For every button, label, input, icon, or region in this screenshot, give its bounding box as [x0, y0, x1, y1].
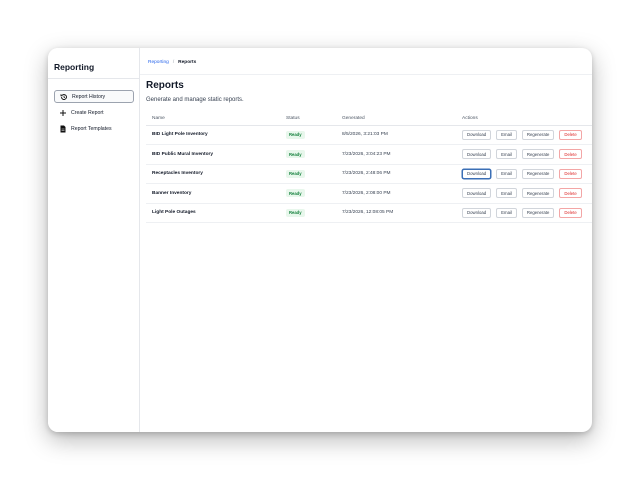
app-window: Reporting Report History Create Report R…	[48, 48, 592, 432]
download-button[interactable]: Download	[462, 207, 492, 218]
email-button[interactable]: Email	[496, 129, 517, 140]
email-button[interactable]: Email	[496, 207, 517, 218]
plus-icon	[59, 109, 67, 117]
table-row: Receptacles Inventory Ready 7/23/2026, 2…	[146, 164, 592, 184]
table-row: BID Public Mural Inventory Ready 7/23/20…	[146, 144, 592, 165]
regenerate-button[interactable]: Regenerate	[521, 188, 555, 199]
page-subtitle: Generate and manage static reports.	[146, 97, 244, 103]
report-name: Light Pole Outages	[146, 203, 280, 223]
status-cell: Ready	[280, 125, 336, 145]
download-button[interactable]: Download	[462, 168, 492, 179]
table-row: Light Pole Outages Ready 7/23/2026, 12:0…	[146, 203, 592, 223]
column-header-actions: Actions	[456, 112, 592, 126]
sidebar-item-create-report[interactable]: Create Report	[54, 106, 134, 119]
sidebar-item-label: Report Templates	[71, 125, 112, 132]
status-cell: Ready	[280, 203, 336, 223]
regenerate-button[interactable]: Regenerate	[521, 149, 555, 160]
table-row: BID Light Pole Inventory Ready 8/5/2026,…	[146, 125, 592, 145]
actions-cell: Download Email Regenerate Delete	[456, 164, 592, 184]
table-header-row: Name Status Generated Actions	[146, 112, 592, 126]
generated-timestamp: 8/5/2026, 3:21:03 PM	[336, 125, 456, 145]
regenerate-button[interactable]: Regenerate	[521, 207, 555, 218]
sidebar-item-report-history[interactable]: Report History	[54, 90, 134, 103]
delete-button[interactable]: Delete	[559, 168, 582, 179]
page-title: Reports	[146, 80, 184, 91]
header-divider	[140, 74, 592, 75]
breadcrumb-link-reporting[interactable]: Reporting	[148, 60, 169, 65]
sidebar-item-report-templates[interactable]: Report Templates	[54, 122, 134, 135]
reports-table: Name Status Generated Actions BID Light …	[146, 112, 592, 223]
column-header-generated: Generated	[336, 112, 456, 126]
actions-cell: Download Email Regenerate Delete	[456, 183, 592, 204]
download-button[interactable]: Download	[462, 149, 492, 160]
status-badge: Ready	[286, 130, 305, 139]
regenerate-button[interactable]: Regenerate	[521, 168, 555, 179]
generated-timestamp: 7/23/2026, 12:08:05 PM	[336, 203, 456, 223]
actions-cell: Download Email Regenerate Delete	[456, 144, 592, 165]
sidebar-nav: Report History Create Report Report Temp…	[54, 90, 134, 138]
report-name: Banner Inventory	[146, 183, 280, 204]
report-name: Receptacles Inventory	[146, 164, 280, 184]
status-badge: Ready	[286, 150, 305, 159]
table-body: BID Light Pole Inventory Ready 8/5/2026,…	[146, 125, 592, 223]
actions-cell: Download Email Regenerate Delete	[456, 125, 592, 145]
column-header-name: Name	[146, 112, 280, 126]
generated-timestamp: 7/23/2026, 2:48:06 PM	[336, 164, 456, 184]
generated-timestamp: 7/23/2026, 3:04:23 PM	[336, 144, 456, 165]
sidebar: Reporting Report History Create Report R…	[48, 48, 140, 432]
status-badge: Ready	[286, 169, 305, 178]
actions-cell: Download Email Regenerate Delete	[456, 203, 592, 223]
download-button[interactable]: Download	[462, 188, 492, 199]
regenerate-button[interactable]: Regenerate	[521, 129, 555, 140]
history-icon	[60, 93, 68, 101]
status-cell: Ready	[280, 183, 336, 204]
status-badge: Ready	[286, 189, 305, 198]
delete-button[interactable]: Delete	[559, 149, 582, 160]
sidebar-title: Reporting	[54, 62, 95, 72]
status-cell: Ready	[280, 144, 336, 165]
email-button[interactable]: Email	[496, 168, 517, 179]
status-badge: Ready	[286, 208, 305, 217]
breadcrumb: Reporting / Reports	[148, 60, 196, 65]
report-name: BID Light Pole Inventory	[146, 125, 280, 145]
breadcrumb-current: Reports	[178, 60, 197, 65]
main-content: Reporting / Reports Reports Generate and…	[140, 48, 592, 432]
file-icon	[59, 125, 67, 133]
sidebar-item-label: Create Report	[71, 109, 104, 116]
delete-button[interactable]: Delete	[559, 207, 582, 218]
sidebar-divider	[48, 78, 139, 79]
breadcrumb-separator: /	[172, 60, 175, 65]
delete-button[interactable]: Delete	[559, 188, 582, 199]
delete-button[interactable]: Delete	[559, 129, 582, 140]
column-header-status: Status	[280, 112, 336, 126]
report-name: BID Public Mural Inventory	[146, 144, 280, 165]
generated-timestamp: 7/23/2026, 2:08:00 PM	[336, 183, 456, 204]
table-row: Banner Inventory Ready 7/23/2026, 2:08:0…	[146, 183, 592, 204]
sidebar-item-label: Report History	[72, 93, 106, 100]
email-button[interactable]: Email	[496, 188, 517, 199]
download-button[interactable]: Download	[462, 129, 492, 140]
email-button[interactable]: Email	[496, 149, 517, 160]
status-cell: Ready	[280, 164, 336, 184]
